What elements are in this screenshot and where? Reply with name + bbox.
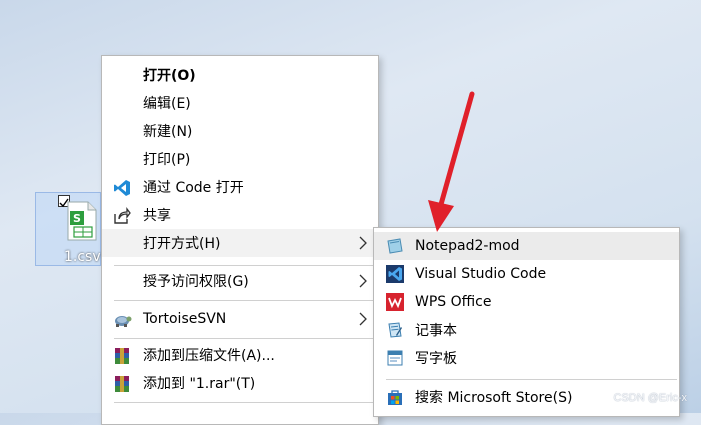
menu-item-label: 打开(O)	[143, 68, 196, 84]
menu-item-label: 添加到 "1.rar"(T)	[143, 376, 256, 392]
menu-item-add-to-archive[interactable]: 添加到压缩文件(A)...	[102, 341, 378, 369]
menu-item-open[interactable]: 打开(O)	[102, 61, 378, 89]
menu-item-label: 打印(P)	[143, 152, 191, 168]
notepad2-icon	[386, 237, 404, 255]
svg-text:S: S	[73, 212, 81, 225]
menu-separator	[114, 300, 376, 301]
menu-item-new[interactable]: 新建(N)	[102, 117, 378, 145]
menu-separator	[114, 265, 376, 266]
winrar-icon	[113, 347, 131, 365]
annotation-arrow-icon	[428, 91, 475, 232]
menu-item-label: TortoiseSVN	[143, 311, 227, 327]
menu-item-label: 编辑(E)	[143, 96, 191, 112]
menu-item-share[interactable]: 共享	[102, 201, 378, 229]
open-with-submenu: Notepad2-mod Visual Studio Code WPS Offi…	[373, 227, 680, 417]
menu-separator	[114, 402, 376, 403]
menu-item-label: 新建(N)	[143, 124, 193, 140]
share-icon	[113, 207, 131, 225]
submenu-item-label: 记事本	[415, 323, 457, 339]
vscode-icon	[386, 265, 404, 283]
file-name-label: 1.csv	[64, 249, 101, 265]
chevron-right-icon	[358, 273, 368, 289]
submenu-item-wordpad[interactable]: 写字板	[374, 344, 679, 372]
menu-item-tortoisesvn[interactable]: TortoiseSVN	[102, 305, 378, 333]
submenu-item-wps[interactable]: WPS Office	[374, 288, 679, 316]
tortoisesvn-icon	[113, 311, 132, 329]
desktop-file-icon[interactable]: S 1.csv	[35, 192, 101, 266]
menu-item-label: 共享	[143, 208, 171, 224]
winrar-icon	[113, 375, 131, 393]
submenu-item-label: 搜索 Microsoft Store(S)	[415, 390, 573, 406]
submenu-item-label: Notepad2-mod	[415, 238, 520, 254]
wps-icon	[386, 293, 404, 311]
menu-item-open-with[interactable]: 打开方式(H)	[102, 229, 378, 257]
menu-separator	[114, 338, 376, 339]
context-menu: 打开(O) 编辑(E) 新建(N) 打印(P) 通过 Code 打开 共享 打开…	[101, 55, 379, 425]
submenu-item-vscode[interactable]: Visual Studio Code	[374, 260, 679, 288]
submenu-separator	[386, 379, 677, 380]
submenu-item-label: Visual Studio Code	[415, 266, 547, 282]
menu-item-edit[interactable]: 编辑(E)	[102, 89, 378, 117]
watermark: CSDN @Eric-x	[613, 392, 688, 404]
submenu-item-label: WPS Office	[415, 294, 492, 310]
menu-item-grant-access[interactable]: 授予访问权限(G)	[102, 267, 378, 295]
menu-item-label: 打开方式(H)	[143, 236, 221, 252]
menu-item-label: 添加到压缩文件(A)...	[143, 348, 275, 364]
chevron-right-icon	[358, 235, 368, 251]
store-icon	[386, 388, 404, 406]
menu-item-label: 授予访问权限(G)	[143, 274, 249, 290]
vscode-icon	[113, 179, 131, 197]
menu-item-open-with-code[interactable]: 通过 Code 打开	[102, 173, 378, 201]
menu-item-label: 通过 Code 打开	[143, 180, 244, 196]
csv-file-icon: S	[66, 201, 98, 245]
wordpad-icon	[386, 349, 404, 367]
submenu-item-label: 写字板	[415, 351, 457, 367]
menu-item-print[interactable]: 打印(P)	[102, 145, 378, 173]
notepad-icon	[386, 321, 404, 339]
menu-item-add-to-rar[interactable]: 添加到 "1.rar"(T)	[102, 369, 378, 397]
submenu-item-notepad[interactable]: 记事本	[374, 316, 679, 344]
chevron-right-icon	[358, 311, 368, 327]
